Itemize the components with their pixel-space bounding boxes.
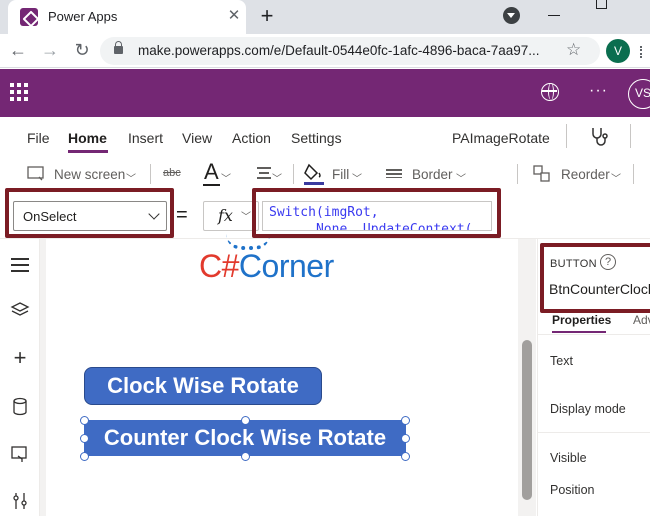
border-button[interactable]: Border bbox=[412, 167, 453, 182]
divider bbox=[566, 124, 567, 148]
resize-handle[interactable] bbox=[401, 434, 410, 443]
font-color-bar bbox=[203, 184, 220, 186]
new-tab-icon[interactable]: + bbox=[256, 4, 278, 28]
back-icon[interactable]: ← bbox=[6, 38, 30, 62]
tree-view-menu-icon[interactable] bbox=[11, 258, 29, 272]
browser-menu-icon[interactable] bbox=[640, 46, 644, 58]
divider bbox=[630, 124, 631, 148]
resize-handle[interactable] bbox=[80, 434, 89, 443]
maximize-icon[interactable] bbox=[596, 0, 607, 9]
property-text: Text bbox=[550, 354, 573, 368]
active-menu-indicator bbox=[68, 150, 108, 153]
menu-insert[interactable]: Insert bbox=[128, 130, 163, 146]
active-tab-indicator bbox=[552, 331, 606, 333]
app-header: ··· VS bbox=[0, 69, 650, 117]
reorder-icon[interactable] bbox=[533, 165, 551, 183]
divider bbox=[517, 164, 518, 184]
chevron-down-icon[interactable]: ﹀ bbox=[272, 170, 282, 185]
selection-frame bbox=[80, 416, 410, 461]
close-tab-icon[interactable]: ✕ bbox=[224, 6, 244, 26]
tab-advanced[interactable]: Adv bbox=[633, 313, 650, 327]
clock-wise-rotate-button[interactable]: Clock Wise Rotate bbox=[84, 367, 322, 405]
property-visible: Visible bbox=[550, 451, 587, 465]
resize-handle[interactable] bbox=[80, 416, 89, 425]
canvas-scrollbar[interactable] bbox=[522, 340, 532, 500]
menu-view[interactable]: View bbox=[182, 130, 212, 146]
reload-icon[interactable]: ↻ bbox=[70, 38, 94, 62]
resize-handle[interactable] bbox=[80, 452, 89, 461]
more-options-icon[interactable]: ··· bbox=[589, 82, 608, 100]
new-screen-button[interactable]: New screen bbox=[54, 167, 125, 182]
divider bbox=[538, 334, 650, 335]
data-cylinder-icon[interactable] bbox=[11, 397, 29, 417]
tab-title: Power Apps bbox=[48, 9, 118, 24]
align-icon[interactable] bbox=[257, 167, 271, 179]
app-checker-stethoscope-icon[interactable] bbox=[589, 126, 609, 148]
menu-bar: File Home Insert View Action Settings PA… bbox=[0, 117, 650, 155]
menu-file[interactable]: File bbox=[27, 130, 50, 146]
menu-action[interactable]: Action bbox=[232, 130, 271, 146]
c-sharp-corner-logo: C#Corner bbox=[199, 248, 334, 285]
power-apps-favicon-icon bbox=[20, 8, 38, 26]
browser-tab[interactable]: Power Apps ✕ bbox=[8, 0, 246, 34]
divider bbox=[293, 164, 294, 184]
insert-plus-icon[interactable]: + bbox=[10, 347, 30, 369]
layers-icon[interactable] bbox=[10, 301, 30, 319]
chevron-down-icon[interactable]: ﹀ bbox=[352, 170, 362, 185]
chevron-down-icon[interactable]: ﹀ bbox=[126, 170, 136, 185]
tab-properties[interactable]: Properties bbox=[552, 313, 611, 327]
user-avatar[interactable]: VS bbox=[628, 79, 650, 109]
chevron-down-icon[interactable]: ﹀ bbox=[221, 170, 231, 185]
property-position: Position bbox=[550, 483, 595, 497]
app-launcher-icon[interactable] bbox=[10, 83, 28, 101]
media-icon[interactable] bbox=[10, 444, 30, 464]
tab-search-icon[interactable] bbox=[503, 7, 520, 24]
fx-function-button[interactable]: fx ﹀ bbox=[203, 201, 259, 231]
fill-button[interactable]: Fill bbox=[332, 167, 349, 182]
fx-icon: fx bbox=[218, 206, 233, 225]
environment-globe-icon[interactable] bbox=[541, 83, 559, 101]
menu-home[interactable]: Home bbox=[68, 130, 107, 146]
chevron-down-icon[interactable]: ﹀ bbox=[456, 170, 466, 185]
bookmark-star-icon[interactable]: ☆ bbox=[566, 40, 581, 60]
minimize-icon[interactable] bbox=[548, 15, 560, 16]
divider bbox=[150, 164, 151, 184]
divider bbox=[538, 432, 650, 433]
resize-handle[interactable] bbox=[241, 452, 250, 461]
url-text[interactable]: make.powerapps.com/e/Default-0544e0fc-1a… bbox=[138, 43, 540, 58]
logo-corner: Corner bbox=[238, 248, 334, 284]
highlight-property-dropdown bbox=[5, 188, 174, 238]
browser-profile-avatar[interactable]: V bbox=[606, 39, 630, 63]
fill-bucket-icon[interactable] bbox=[303, 161, 325, 187]
resize-handle[interactable] bbox=[401, 416, 410, 425]
new-screen-icon bbox=[27, 166, 44, 181]
advanced-tools-icon[interactable] bbox=[11, 491, 29, 511]
font-color-icon[interactable]: A bbox=[204, 159, 219, 185]
browser-toolbar: ← → ↻ make.powerapps.com/e/Default-0544e… bbox=[0, 34, 650, 68]
left-rail: + bbox=[0, 239, 40, 516]
highlight-formula bbox=[252, 188, 501, 238]
strikethrough-icon[interactable]: abc bbox=[163, 167, 181, 179]
divider bbox=[633, 164, 634, 184]
property-display-mode: Display mode bbox=[550, 402, 626, 416]
logo-c-sharp: C# bbox=[199, 248, 239, 284]
chevron-down-icon: ﹀ bbox=[241, 212, 251, 223]
browser-tab-strip: Power Apps ✕ + bbox=[0, 0, 650, 34]
lock-icon bbox=[114, 41, 123, 54]
reorder-button[interactable]: Reorder bbox=[561, 167, 610, 182]
menu-settings[interactable]: Settings bbox=[291, 130, 342, 146]
resize-handle[interactable] bbox=[401, 452, 410, 461]
resize-handle[interactable] bbox=[241, 416, 250, 425]
app-name: PAImageRotate bbox=[452, 130, 550, 146]
chevron-down-icon[interactable]: ﹀ bbox=[611, 170, 621, 185]
equals-sign: = bbox=[176, 204, 188, 226]
forward-icon[interactable]: → bbox=[38, 38, 62, 62]
border-icon[interactable] bbox=[386, 169, 402, 178]
highlight-control-name bbox=[540, 243, 650, 313]
address-bar[interactable]: make.powerapps.com/e/Default-0544e0fc-1a… bbox=[100, 37, 600, 65]
